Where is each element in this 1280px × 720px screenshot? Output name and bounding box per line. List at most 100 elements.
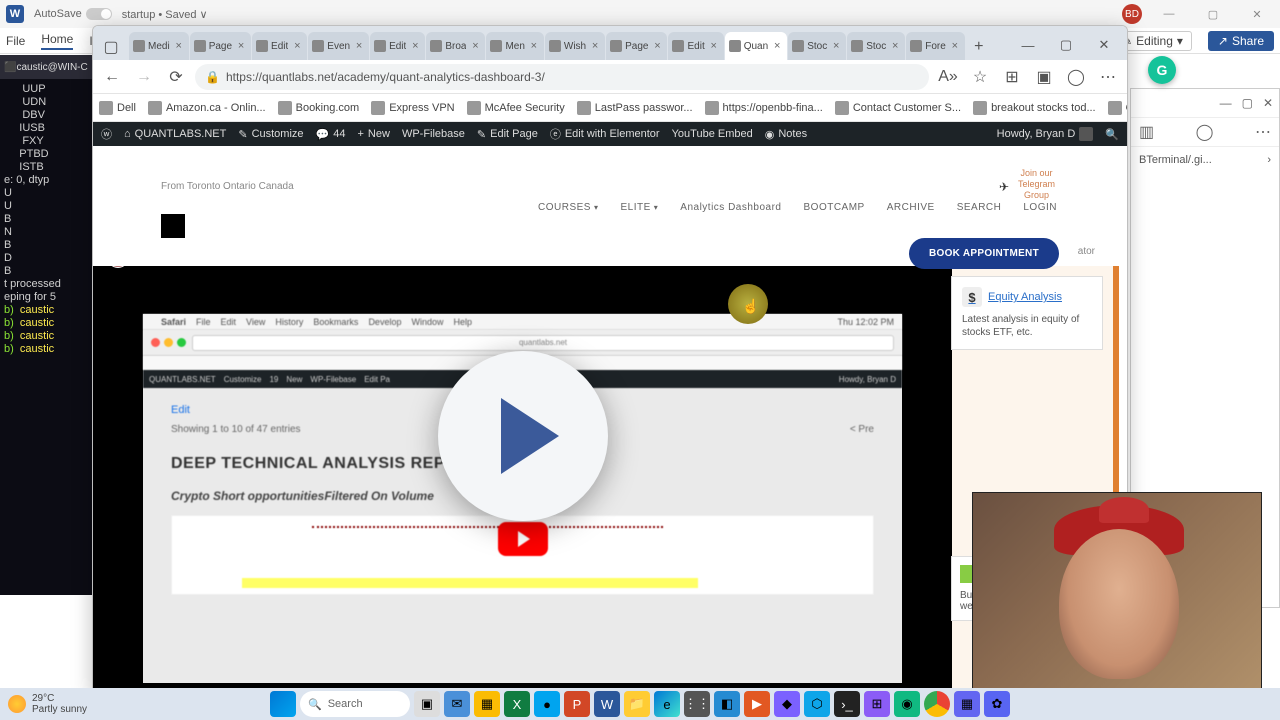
favorite-icon[interactable]: ☆ (967, 64, 993, 90)
wp-customize[interactable]: ✎ Customize (238, 128, 303, 141)
new-tab-button[interactable]: + (966, 34, 992, 60)
menu-icon[interactable]: ⋯ (1095, 64, 1121, 90)
app-icon[interactable]: ● (534, 691, 560, 717)
nav-item[interactable]: LOGIN (1023, 202, 1057, 213)
layout-icon[interactable]: ▥ (1139, 122, 1154, 142)
profile-icon[interactable]: ◯ (1063, 64, 1089, 90)
bookmark-item[interactable]: OpenBBTerminal/.gi... (1108, 101, 1127, 115)
chrome-icon[interactable] (924, 691, 950, 717)
terminal-icon[interactable]: ›_ (834, 691, 860, 717)
browser-tab[interactable]: Medi× (129, 32, 189, 60)
tab-close-icon[interactable]: × (771, 40, 783, 52)
user-avatar[interactable]: BD (1122, 4, 1142, 24)
app-icon[interactable]: ▶ (744, 691, 770, 717)
browser-tab[interactable]: Edit× (668, 32, 723, 60)
minimize-icon[interactable]: — (1152, 8, 1186, 20)
nav-item[interactable]: BOOTCAMP (804, 202, 865, 213)
wp-howdy[interactable]: Howdy, Bryan D (997, 127, 1094, 141)
app-icon[interactable]: ◧ (714, 691, 740, 717)
start-button[interactable] (270, 691, 296, 717)
tab-close-icon[interactable]: × (589, 40, 601, 52)
bookmark-item[interactable]: McAfee Security (467, 101, 565, 115)
tab-close-icon[interactable]: × (651, 40, 663, 52)
wp-logo-icon[interactable]: ⓦ (101, 126, 112, 142)
close-icon[interactable]: ✕ (1240, 8, 1274, 21)
browser-tab[interactable]: Page× (190, 32, 251, 60)
ribbon-home[interactable]: Home (41, 32, 73, 50)
app-icon[interactable]: ⬡ (804, 691, 830, 717)
wp-new[interactable]: + New (357, 128, 389, 140)
equity-title[interactable]: $ Equity Analysis (962, 287, 1092, 307)
collections-icon[interactable]: ▣ (1031, 64, 1057, 90)
url-input[interactable]: 🔒 https://quantlabs.net/academy/quant-an… (195, 64, 929, 90)
bookmark-item[interactable]: breakout stocks tod... (973, 101, 1096, 115)
app-icon[interactable]: ◆ (774, 691, 800, 717)
powerpoint-icon[interactable]: P (564, 691, 590, 717)
ribbon-file[interactable]: File (6, 34, 25, 48)
excel-icon[interactable]: X (504, 691, 530, 717)
browser-tab[interactable]: Edit× (252, 32, 307, 60)
browser-tab[interactable]: Quan× (725, 32, 787, 60)
back-button[interactable]: ← (99, 64, 125, 90)
tab-close-icon[interactable]: × (830, 40, 842, 52)
nav-item[interactable]: COURSES▾ (538, 202, 598, 213)
edge-icon[interactable]: e (654, 691, 680, 717)
account-icon[interactable]: ◯ (1196, 122, 1214, 142)
bookmark-item[interactable]: LastPass passwor... (577, 101, 693, 115)
close-icon[interactable]: ✕ (1263, 96, 1273, 110)
wp-yt-embed[interactable]: YouTube Embed (672, 128, 753, 140)
tab-close-icon[interactable]: × (409, 40, 421, 52)
nav-item[interactable]: ELITE▾ (620, 202, 658, 213)
browser-tab[interactable]: Even× (308, 32, 369, 60)
bookmark-item[interactable]: Express VPN (371, 101, 454, 115)
grammarly-icon[interactable]: G (1148, 56, 1176, 84)
video-player[interactable]: SafariFileEditViewHistoryBookmarksDevelo… (93, 264, 952, 693)
bookmark-item[interactable]: Contact Customer S... (835, 101, 961, 115)
tab-close-icon[interactable]: × (469, 40, 481, 52)
tab-close-icon[interactable]: × (949, 40, 961, 52)
wp-notes[interactable]: ◉ Notes (765, 128, 807, 141)
wp-site-name[interactable]: ⌂ QUANTLABS.NET (124, 128, 226, 140)
bookmark-item[interactable]: Dell (99, 101, 136, 115)
site-logo[interactable] (161, 214, 185, 238)
bookmark-item[interactable]: Amazon.ca - Onlin... (148, 101, 266, 115)
minimize-icon[interactable]: — (1220, 96, 1232, 110)
tab-close-icon[interactable]: × (291, 40, 303, 52)
nav-item[interactable]: SEARCH (957, 202, 1002, 213)
toggle-icon[interactable] (86, 8, 112, 20)
app-icon[interactable]: ✉ (444, 691, 470, 717)
browser-tab[interactable]: Stoc× (788, 32, 846, 60)
browser-tab[interactable]: Edit× (370, 32, 425, 60)
refresh-button[interactable]: ⟳ (163, 64, 189, 90)
word-icon[interactable]: W (594, 691, 620, 717)
play-button[interactable] (438, 351, 608, 521)
minimize-icon[interactable]: — (1009, 30, 1047, 60)
app-icon[interactable]: ▦ (954, 691, 980, 717)
browser-tab[interactable]: Fore× (906, 32, 965, 60)
vscode-breadcrumb[interactable]: BTerminal/.gi...› (1131, 147, 1279, 173)
browser-tab[interactable]: Men× (486, 32, 543, 60)
explorer-icon[interactable]: 📁 (624, 691, 650, 717)
read-aloud-icon[interactable]: A» (935, 64, 961, 90)
maximize-icon[interactable]: ▢ (1196, 8, 1230, 21)
forward-button[interactable]: → (131, 64, 157, 90)
telegram-icon[interactable]: ✈ (999, 180, 1009, 194)
maximize-icon[interactable]: ▢ (1242, 96, 1253, 110)
tab-close-icon[interactable]: × (235, 40, 247, 52)
doc-title[interactable]: startup • Saved ∨ (122, 8, 208, 21)
tab-close-icon[interactable]: × (353, 40, 365, 52)
bookmark-item[interactable]: https://openbb-fina... (705, 101, 823, 115)
wp-comments[interactable]: 💬 44 (316, 128, 346, 141)
tab-close-icon[interactable]: × (708, 40, 720, 52)
extensions-icon[interactable]: ⊞ (999, 64, 1025, 90)
weather-widget[interactable]: 29°CPartly sunny (8, 693, 87, 715)
autosave-toggle[interactable]: AutoSave (34, 8, 112, 20)
nav-item[interactable]: Analytics Dashboard (680, 202, 781, 213)
equity-analysis-card[interactable]: $ Equity Analysis Latest analysis in equ… (951, 276, 1103, 350)
bookmark-item[interactable]: Booking.com (278, 101, 360, 115)
app-icon[interactable]: ⋮⋮ (684, 691, 710, 717)
more-icon[interactable]: ⋯ (1255, 122, 1271, 142)
wp-filebase[interactable]: WP-Filebase (402, 128, 465, 140)
tab-close-icon[interactable]: × (889, 40, 901, 52)
taskbar-search[interactable]: 🔍 Search (300, 691, 410, 717)
